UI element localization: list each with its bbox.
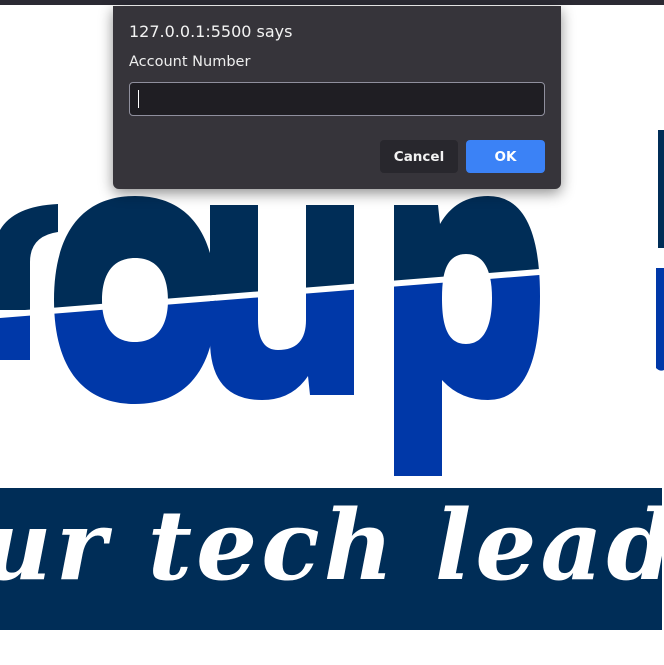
text-cursor <box>138 90 139 108</box>
account-number-input[interactable] <box>129 82 545 116</box>
cancel-button[interactable]: Cancel <box>380 140 458 173</box>
dialog-message: Account Number <box>129 54 251 70</box>
prompt-dialog: 127.0.0.1:5500 says Account Number Cance… <box>113 6 561 189</box>
tagline-banner: ur tech leads... <box>0 488 662 630</box>
tagline-text: ur tech leads... <box>0 489 662 602</box>
dialog-origin: 127.0.0.1:5500 says <box>129 22 293 41</box>
ok-button[interactable]: OK <box>466 140 545 173</box>
